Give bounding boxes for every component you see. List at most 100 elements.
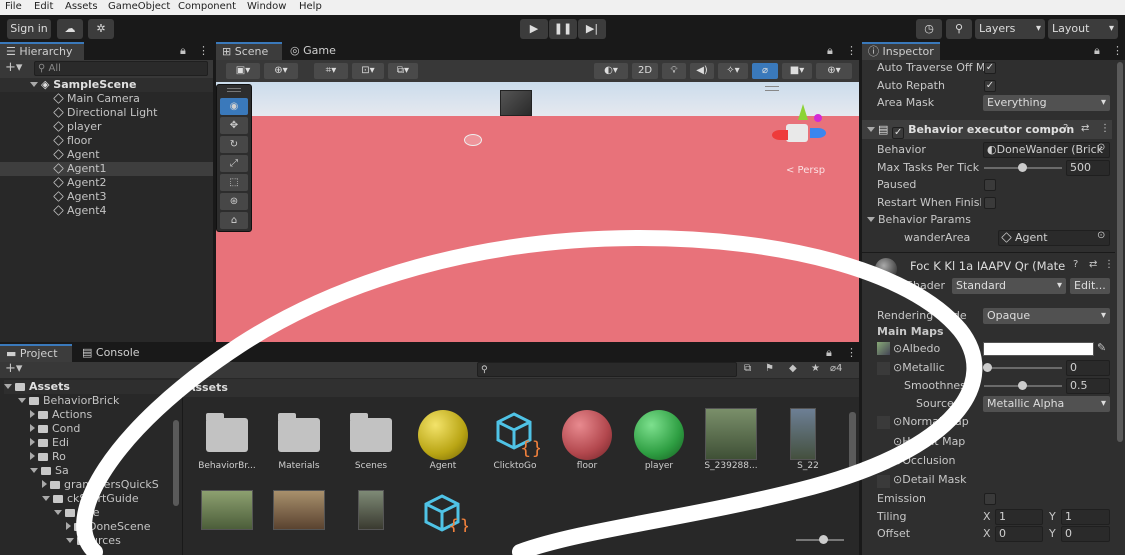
- tab-inspector[interactable]: ⓘ Inspector: [862, 42, 940, 60]
- menu-edit[interactable]: Edit: [34, 1, 53, 12]
- effects-icon[interactable]: ✧▾: [718, 63, 748, 79]
- asset-material[interactable]: player: [624, 408, 694, 478]
- mode-2d-button[interactable]: 2D: [632, 63, 658, 79]
- tiling-y-input[interactable]: 1: [1061, 509, 1110, 525]
- source-dropdown[interactable]: Metallic Alpha: [983, 396, 1110, 412]
- layers-dropdown[interactable]: Layers: [975, 19, 1045, 39]
- asset-image[interactable]: S_239288...: [696, 408, 766, 478]
- object-picker-icon[interactable]: ⊙: [1097, 142, 1105, 153]
- snap-increment-icon[interactable]: ⊡▾: [352, 63, 384, 79]
- metallic-slider[interactable]: [984, 367, 1062, 369]
- menu-component[interactable]: Component: [178, 1, 236, 12]
- step-button[interactable]: ▶|: [578, 19, 606, 39]
- lock-icon[interactable]: 🔒︎: [1094, 44, 1100, 58]
- lock-icon[interactable]: 🔒︎: [826, 346, 832, 360]
- camera-icon[interactable]: ■▾: [782, 63, 812, 79]
- object-picker-icon[interactable]: ⊙: [1097, 230, 1105, 241]
- detail-mask-slot[interactable]: [877, 475, 890, 488]
- tree-item[interactable]: Edi: [30, 436, 69, 450]
- metallic-input[interactable]: 0: [1066, 360, 1110, 376]
- filter-type-icon[interactable]: ⧉: [744, 363, 751, 374]
- hierarchy-item-selected[interactable]: Agent1: [0, 162, 213, 176]
- breadcrumb[interactable]: Assets: [183, 379, 859, 397]
- tree-item[interactable]: DoneScene: [66, 520, 150, 534]
- metallic-slider-thumb[interactable]: [983, 363, 992, 372]
- tab-hierarchy[interactable]: ☰ Hierarchy: [0, 42, 84, 60]
- asset-script[interactable]: {}: [408, 490, 478, 532]
- max-tasks-input[interactable]: 500: [1066, 160, 1110, 176]
- tag-icon[interactable]: ◆: [789, 363, 797, 374]
- tab-project[interactable]: ▬ Project: [0, 344, 72, 362]
- tree-item[interactable]: grammersQuickS: [42, 478, 159, 492]
- tab-console[interactable]: ▤ Console: [76, 344, 148, 362]
- gizmo-y-axis[interactable]: [798, 104, 808, 120]
- rendering-mode-dropdown[interactable]: Opaque: [983, 308, 1110, 324]
- auto-traverse-checkbox[interactable]: ✓: [984, 62, 996, 74]
- normal-map-slot[interactable]: [877, 416, 890, 429]
- hierarchy-item[interactable]: Agent4: [0, 204, 213, 218]
- scale-tool-icon[interactable]: ⤢: [220, 155, 248, 172]
- hidden-objects-icon[interactable]: ⌀: [752, 63, 778, 79]
- preset-icon[interactable]: ⇄: [1081, 123, 1089, 134]
- behavior-object-field[interactable]: ◐DoneWander (Brick: [983, 142, 1110, 158]
- global-icon[interactable]: ⊕▾: [264, 63, 298, 79]
- menu-help[interactable]: Help: [299, 1, 322, 12]
- tab-game[interactable]: ◎ Game: [284, 42, 344, 60]
- gizmo-x-axis[interactable]: [772, 130, 788, 140]
- tree-item-assets[interactable]: Assets: [4, 380, 182, 394]
- lock-icon[interactable]: 🔒︎: [180, 44, 186, 58]
- gizmo-center[interactable]: [786, 124, 808, 142]
- wander-area-field[interactable]: Agent: [998, 230, 1110, 246]
- tree-scrollbar[interactable]: [173, 420, 179, 506]
- rect-tool-icon[interactable]: ⬚: [220, 174, 248, 191]
- more-icon[interactable]: ⋮: [1112, 44, 1123, 57]
- transform-tool-icon[interactable]: ⊛: [220, 193, 248, 210]
- asset-image[interactable]: [336, 490, 406, 530]
- behavior-executor-header[interactable]: ▤ ✓ Behavior executor compon: [862, 120, 1112, 139]
- asset-folder[interactable]: Materials: [264, 408, 334, 478]
- favorite-icon[interactable]: ★: [811, 363, 820, 374]
- audio-icon[interactable]: ◀): [690, 63, 714, 79]
- tree-item[interactable]: one: [54, 506, 99, 520]
- tree-item[interactable]: Ro: [30, 450, 66, 464]
- hierarchy-item[interactable]: Main Camera: [0, 92, 213, 106]
- hierarchy-item[interactable]: Agent: [0, 148, 213, 162]
- asset-image[interactable]: [264, 490, 334, 530]
- asset-image[interactable]: S_22: [768, 408, 828, 478]
- asset-image[interactable]: [192, 490, 262, 530]
- help-icon[interactable]: ?: [1063, 123, 1068, 134]
- shading-icon[interactable]: ◐▾: [594, 63, 628, 79]
- asset-material[interactable]: floor: [552, 408, 622, 478]
- component-enabled-checkbox[interactable]: ✓: [892, 127, 905, 139]
- tiling-x-input[interactable]: 1: [995, 509, 1043, 525]
- move-tool-icon[interactable]: ✥: [220, 117, 248, 134]
- albedo-texture-slot[interactable]: [877, 342, 890, 355]
- smoothness-slider-thumb[interactable]: [1018, 381, 1027, 390]
- hierarchy-item[interactable]: floor: [0, 134, 213, 148]
- hierarchy-item[interactable]: player: [0, 120, 213, 134]
- sign-in-button[interactable]: Sign in: [7, 19, 51, 39]
- hierarchy-item[interactable]: Agent2: [0, 176, 213, 190]
- cloud-icon[interactable]: ☁: [57, 19, 83, 39]
- restart-checkbox[interactable]: [984, 197, 996, 209]
- asset-grid-scrollbar[interactable]: [849, 412, 856, 472]
- gizmo-z-axis[interactable]: [810, 128, 826, 138]
- hidden-count[interactable]: ⌀4: [830, 363, 842, 374]
- component-menu-icon[interactable]: ⋮: [1100, 123, 1110, 134]
- overlay-handle-icon[interactable]: [765, 86, 779, 91]
- offset-x-input[interactable]: 0: [995, 526, 1043, 542]
- play-button[interactable]: ▶: [520, 19, 548, 39]
- gizmos-icon[interactable]: ⊕▾: [816, 63, 852, 79]
- search-icon[interactable]: ⚲: [946, 19, 972, 39]
- hierarchy-search-input[interactable]: ⚲ All: [34, 61, 208, 76]
- scene-viewport[interactable]: < Persp: [216, 82, 859, 342]
- persp-label[interactable]: < Persp: [786, 165, 825, 176]
- occlusion-slot[interactable]: [877, 456, 890, 469]
- tab-scene[interactable]: ⊞ Scene: [216, 42, 282, 60]
- asset-folder[interactable]: Scenes: [336, 408, 406, 478]
- project-search-input[interactable]: ⚲: [477, 362, 737, 377]
- tree-item[interactable]: Sa: [30, 464, 69, 478]
- tree-item[interactable]: ckStartGuide: [42, 492, 139, 506]
- more-icon[interactable]: ⋮: [846, 44, 857, 57]
- behavior-params-foldout[interactable]: Behavior Params: [867, 212, 971, 228]
